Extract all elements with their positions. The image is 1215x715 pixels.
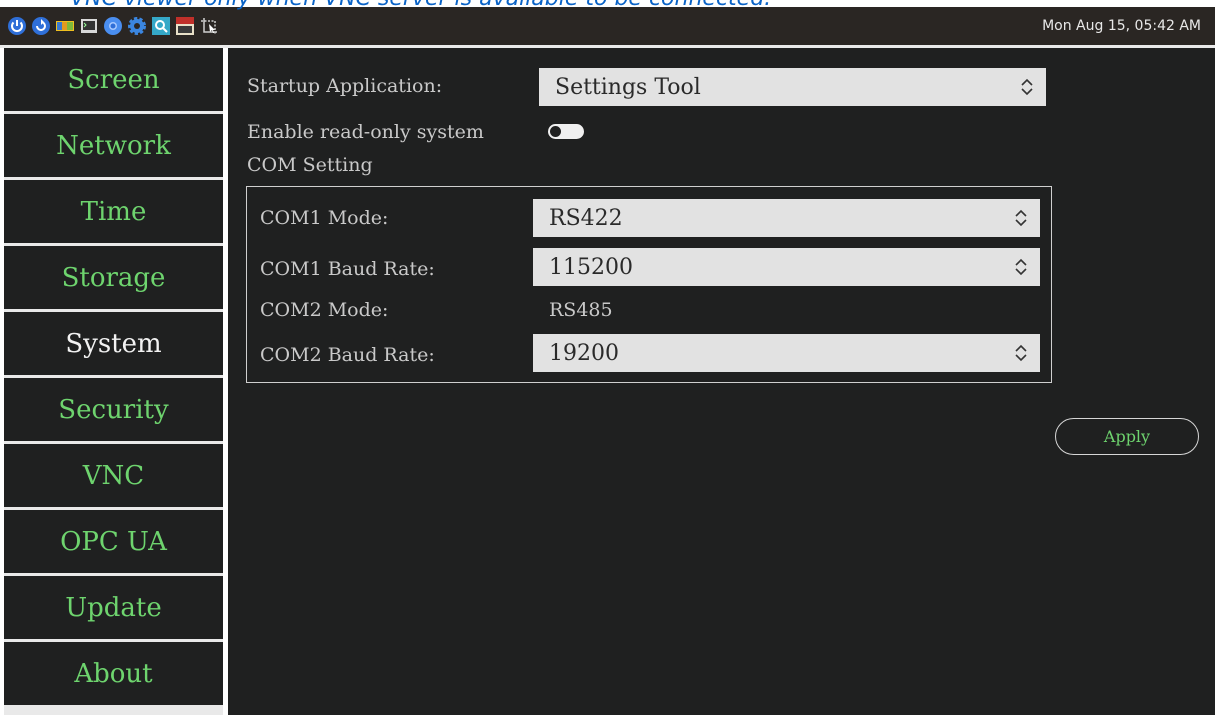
power-icon[interactable]	[7, 16, 27, 36]
settings-gear-icon[interactable]	[127, 16, 147, 36]
readonly-system-toggle[interactable]	[548, 124, 584, 139]
taskbar-icons	[0, 16, 219, 36]
caption-text: VNC viewer only when VNC server is avail…	[70, 0, 771, 11]
toggle-knob	[549, 125, 562, 138]
sidebar: Screen Network Time Storage System Secur…	[4, 48, 223, 715]
com1-mode-label: COM1 Mode:	[260, 207, 389, 229]
com1-baud-rate-value: 115200	[549, 254, 633, 280]
tightvnc-icon[interactable]	[175, 16, 195, 36]
com-setting-label: COM Setting	[247, 154, 373, 176]
sidebar-item-screen[interactable]: Screen	[4, 48, 223, 111]
com2-mode-value: RS485	[549, 299, 613, 321]
terminal-icon[interactable]	[79, 16, 99, 36]
sidebar-item-storage[interactable]: Storage	[4, 246, 223, 309]
select-arrows-icon	[1021, 78, 1033, 96]
com1-baud-rate-label: COM1 Baud Rate:	[260, 258, 435, 280]
restart-icon[interactable]	[31, 16, 51, 36]
com-setting-group: COM1 Mode: RS422 COM1 Baud Rate: 115200 …	[246, 186, 1052, 383]
search-app-icon[interactable]	[151, 16, 171, 36]
startup-application-select[interactable]: Settings Tool	[539, 68, 1046, 106]
sidebar-item-update[interactable]: Update	[4, 576, 223, 639]
chromium-icon[interactable]	[103, 16, 123, 36]
sidebar-item-about[interactable]: About	[4, 642, 223, 705]
apply-button[interactable]: Apply	[1055, 418, 1199, 455]
com1-mode-value: RS422	[549, 205, 623, 231]
sidebar-item-network[interactable]: Network	[4, 114, 223, 177]
select-arrows-icon	[1015, 209, 1027, 227]
com2-baud-rate-label: COM2 Baud Rate:	[260, 344, 435, 366]
sidebar-item-time[interactable]: Time	[4, 180, 223, 243]
com1-baud-rate-select[interactable]: 115200	[533, 248, 1040, 286]
sidebar-item-opc-ua[interactable]: OPC UA	[4, 510, 223, 573]
readonly-system-label: Enable read-only system	[247, 121, 484, 143]
system-settings-panel: Startup Application: Settings Tool Enabl…	[228, 48, 1215, 715]
select-arrows-icon	[1015, 258, 1027, 276]
taskbar: Mon Aug 15, 05:42 AM	[0, 7, 1215, 45]
sidebar-item-security[interactable]: Security	[4, 378, 223, 441]
nxp-icon[interactable]	[55, 16, 75, 36]
com2-mode-label: COM2 Mode:	[260, 299, 389, 321]
clock: Mon Aug 15, 05:42 AM	[1042, 18, 1201, 34]
com1-mode-select[interactable]: RS422	[533, 199, 1040, 237]
select-arrows-icon	[1015, 344, 1027, 362]
sidebar-item-system[interactable]: System	[4, 312, 223, 375]
com2-baud-rate-select[interactable]: 19200	[533, 334, 1040, 372]
com2-baud-rate-value: 19200	[549, 340, 619, 366]
screenshot-tool-icon[interactable]	[199, 16, 219, 36]
startup-application-value: Settings Tool	[555, 74, 701, 100]
sidebar-item-vnc[interactable]: VNC	[4, 444, 223, 507]
startup-application-label: Startup Application:	[247, 75, 443, 97]
